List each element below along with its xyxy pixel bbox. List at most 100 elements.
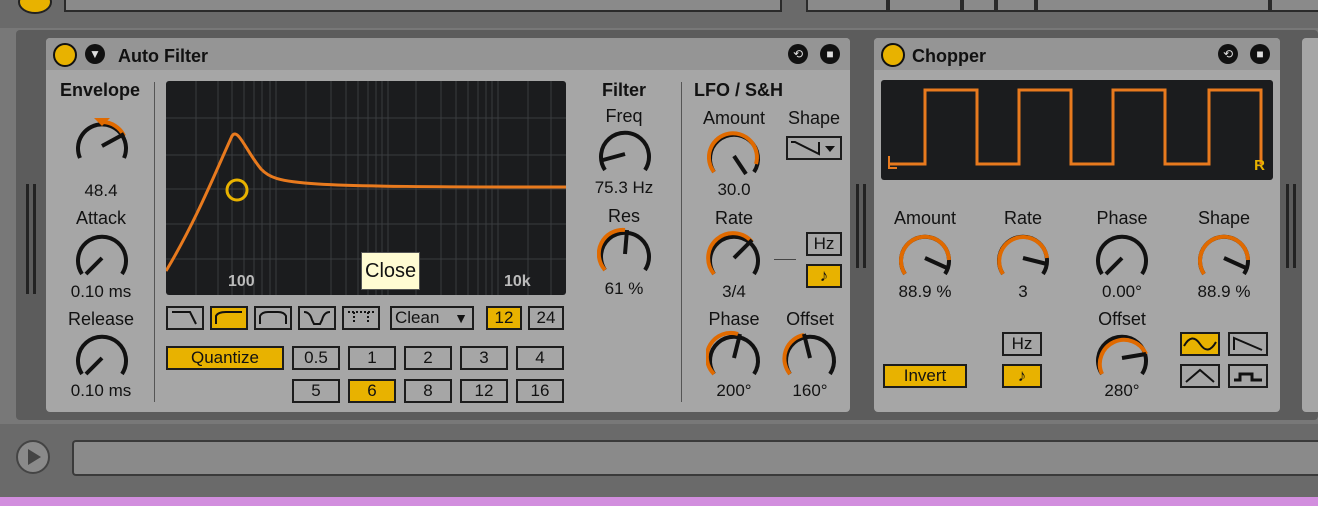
column-divider: [154, 82, 155, 402]
square-wave-icon: [1234, 372, 1262, 382]
release-knob[interactable]: [74, 330, 130, 382]
quantize-3-button[interactable]: 3: [460, 346, 508, 370]
chopper-rate-value: 3: [1018, 282, 1028, 301]
lowpass-icon: [172, 311, 197, 325]
shape-square-button[interactable]: [1228, 364, 1268, 388]
chopper-amount-knob[interactable]: [897, 230, 953, 282]
right-separator-handle[interactable]: [1286, 184, 1296, 268]
shape-saw-button[interactable]: [1228, 332, 1268, 356]
slope-24-button[interactable]: 24: [528, 306, 564, 330]
rate-mode-connector: [774, 259, 796, 260]
save-preset-icon[interactable]: ■: [820, 44, 840, 64]
auto-filter-title-bar[interactable]: ▼ Auto Filter ⟲ ■: [46, 38, 850, 70]
auto-filter-device: ▼ Auto Filter ⟲ ■ Envelope 48.4 Attack 0…: [46, 38, 850, 412]
chopper-phase-label: Phase: [1096, 208, 1148, 228]
envelope-value: 48.4: [84, 181, 118, 200]
lfo-section-label: LFO / S&H: [694, 80, 783, 100]
shape-sine-button[interactable]: [1180, 332, 1220, 356]
bottom-accent-strip: [0, 497, 1318, 506]
bottom-clip-field[interactable]: [72, 440, 1318, 476]
invert-button[interactable]: Invert: [883, 364, 967, 388]
slope-12-button[interactable]: 12: [486, 306, 522, 330]
quantize-toggle[interactable]: Quantize: [166, 346, 284, 370]
top-slot-c[interactable]: [962, 0, 996, 12]
filter-type-bandpass-button[interactable]: [254, 306, 292, 330]
lfo-rate-value: 3/4: [722, 282, 746, 301]
chopper-device: Chopper ⟲ ■ R Amount 88.9 % Rate 3 Phase…: [874, 38, 1280, 412]
top-slot-a[interactable]: [806, 0, 888, 12]
chopper-on-toggle[interactable]: [881, 43, 905, 67]
chopper-rate-knob[interactable]: [995, 230, 1051, 282]
chopper-save-preset-icon[interactable]: ■: [1250, 44, 1270, 64]
lfo-amount-knob[interactable]: [706, 128, 762, 180]
freq-knob[interactable]: [597, 126, 653, 178]
play-button[interactable]: [16, 440, 50, 474]
lfo-phase-label: Phase: [708, 309, 760, 329]
filter-type-notch-button[interactable]: [298, 306, 336, 330]
lfo-sync-button[interactable]: ♪: [806, 264, 842, 288]
left-resize-handle[interactable]: [26, 184, 36, 294]
section-divider: [681, 82, 682, 402]
hot-swap-icon[interactable]: ⟲: [788, 44, 808, 64]
top-slot-b[interactable]: [888, 0, 962, 12]
morph-filter-icon: [348, 311, 374, 324]
waveform-marker: R: [1254, 157, 1265, 174]
res-label: Res: [607, 206, 641, 226]
top-slot-f[interactable]: [1270, 0, 1318, 12]
lfo-rate-knob[interactable]: [706, 230, 762, 282]
play-icon: [28, 449, 41, 465]
chopper-phase-knob[interactable]: [1094, 230, 1150, 282]
bandpass-icon: [259, 311, 287, 324]
top-slot-d[interactable]: [996, 0, 1036, 12]
chopper-title-bar[interactable]: Chopper ⟲ ■: [874, 38, 1280, 70]
triangle-wave-icon: [1185, 368, 1215, 383]
res-knob[interactable]: [597, 226, 653, 278]
release-value: 0.10 ms: [70, 381, 132, 400]
sync-note-icon: ♪: [819, 266, 829, 285]
quantize-6-button[interactable]: 6: [348, 379, 396, 403]
lfo-shape-select[interactable]: [786, 136, 842, 160]
collapse-arrow-icon[interactable]: ▼: [85, 44, 105, 64]
shape-triangle-button[interactable]: [1180, 364, 1220, 388]
lfo-offset-knob[interactable]: [782, 330, 838, 382]
lfo-offset-value: 160°: [792, 381, 828, 400]
lfo-hz-button[interactable]: Hz: [806, 232, 842, 256]
circuit-type-select[interactable]: Clean ▼: [390, 306, 474, 330]
quantize-5-button[interactable]: 5: [292, 379, 340, 403]
filter-type-lowpass-button[interactable]: [166, 306, 204, 330]
freq-value: 75.3 Hz: [594, 178, 654, 197]
top-clip-slot[interactable]: [64, 0, 782, 12]
chopper-waveform-display[interactable]: R: [881, 80, 1273, 180]
quantize-0.5-button[interactable]: 0.5: [292, 346, 340, 370]
sine-wave-icon: [1183, 337, 1217, 351]
chopper-amount-label: Amount: [893, 208, 957, 228]
quantize-4-button[interactable]: 4: [516, 346, 564, 370]
top-left-knob-icon[interactable]: [18, 0, 52, 14]
chopper-offset-knob[interactable]: [1094, 330, 1150, 382]
filter-type-morph-button[interactable]: [342, 306, 380, 330]
res-value: 61 %: [604, 279, 644, 298]
graph-label-10k: 10k: [504, 273, 531, 290]
saw-wave-icon: [1233, 336, 1263, 351]
quantize-1-button[interactable]: 1: [348, 346, 396, 370]
lfo-phase-value: 200°: [716, 381, 752, 400]
chopper-hz-button[interactable]: Hz: [1002, 332, 1042, 356]
device-on-toggle[interactable]: [53, 43, 77, 67]
top-strip: [0, 0, 1318, 28]
quantize-8-button[interactable]: 8: [404, 379, 452, 403]
top-slot-e[interactable]: [1036, 0, 1270, 12]
chopper-offset-label: Offset: [1098, 309, 1146, 329]
lfo-phase-knob[interactable]: [706, 330, 762, 382]
freq-label: Freq: [605, 106, 643, 126]
chopper-sync-button[interactable]: ♪: [1002, 364, 1042, 388]
quantize-12-button[interactable]: 12: [460, 379, 508, 403]
quantize-2-button[interactable]: 2: [404, 346, 452, 370]
filter-type-lowpass-resonant-button[interactable]: [210, 306, 248, 330]
attack-knob[interactable]: [74, 230, 130, 282]
envelope-knob[interactable]: [74, 118, 130, 174]
device-separator-handle[interactable]: [856, 184, 866, 268]
chopper-shape-knob[interactable]: [1196, 230, 1252, 282]
chopper-hot-swap-icon[interactable]: ⟲: [1218, 44, 1238, 64]
quantize-16-button[interactable]: 16: [516, 379, 564, 403]
circuit-type-value: Clean: [395, 308, 440, 327]
